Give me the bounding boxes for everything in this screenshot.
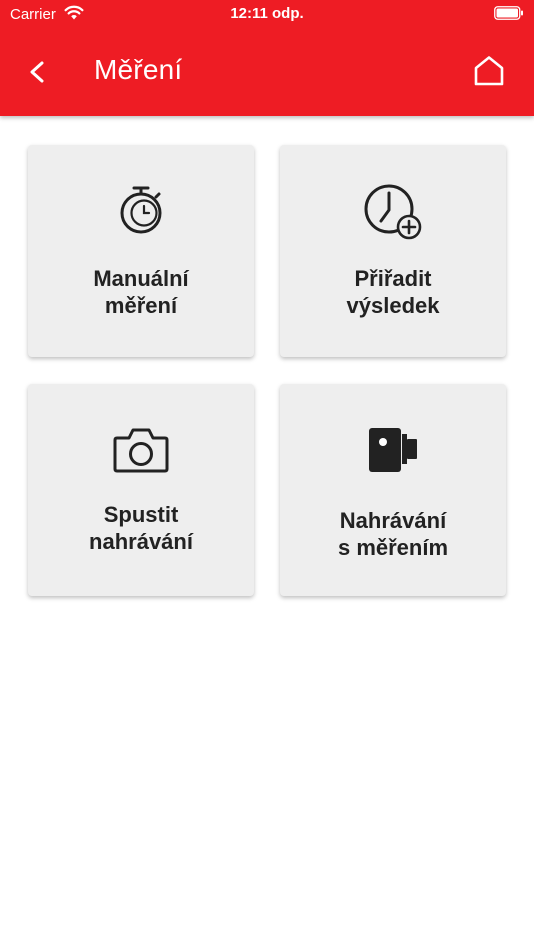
recording-with-measurement-tile[interactable]: Nahrávání s měřením xyxy=(280,384,506,596)
camera-device-icon xyxy=(280,426,506,474)
status-time: 12:11 odp. xyxy=(230,5,304,22)
home-icon xyxy=(474,56,504,86)
battery-icon xyxy=(494,6,524,24)
manual-measurement-label: Manuální měření xyxy=(93,266,189,318)
clock-add-icon xyxy=(280,183,506,241)
chevron-left-icon xyxy=(30,61,44,83)
assign-result-label: Přiřadit výsledek xyxy=(346,266,440,318)
start-recording-tile[interactable]: Spustit nahrávání xyxy=(28,384,254,596)
page-title: Měření xyxy=(94,54,183,85)
home-button[interactable] xyxy=(472,54,506,88)
manual-measurement-tile[interactable]: Manuální měření xyxy=(28,145,254,357)
camera-icon xyxy=(28,426,254,474)
assign-result-tile[interactable]: Přiřadit výsledek xyxy=(280,145,506,357)
recording-with-measurement-label: Nahrávání s měřením xyxy=(337,508,449,560)
start-recording-label: Spustit nahrávání xyxy=(89,502,193,554)
status-bar: Carrier 12:11 odp. xyxy=(0,0,534,28)
back-button[interactable] xyxy=(22,56,54,88)
stopwatch-icon xyxy=(28,183,254,237)
app-header: Carrier 12:11 odp. Měření xyxy=(0,0,534,116)
